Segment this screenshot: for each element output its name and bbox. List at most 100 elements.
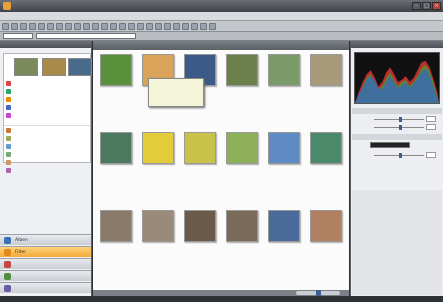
favorite-item[interactable] [4, 111, 90, 119]
toolbar-button[interactable] [164, 22, 171, 30]
thumbnail-cell[interactable] [139, 130, 177, 196]
color-slider[interactable] [354, 152, 440, 159]
thumbnail-cell[interactable] [307, 52, 345, 118]
thumbnail-image[interactable] [268, 132, 300, 164]
thumbnail-cell[interactable] [181, 208, 219, 274]
thumbnail-image[interactable] [142, 210, 174, 242]
nav-pane-item-5[interactable] [0, 282, 91, 293]
folder-icon [6, 159, 11, 165]
toolbar-button[interactable] [83, 22, 90, 30]
thumbnail-image[interactable] [268, 210, 300, 242]
toolbar-button[interactable] [191, 22, 198, 30]
folders-section-label [4, 119, 90, 126]
nav-icon [4, 285, 11, 292]
toolbar-button[interactable] [38, 22, 45, 30]
menu-bar [0, 12, 443, 21]
thumbnail-image[interactable] [226, 210, 258, 242]
nav-pane-item-4[interactable] [0, 270, 91, 281]
toolbar-button[interactable] [74, 22, 81, 30]
thumbnail-image[interactable] [100, 132, 132, 164]
toolbar-button[interactable] [65, 22, 72, 30]
thumbnail-image[interactable] [310, 54, 342, 86]
folder-item[interactable] [4, 166, 90, 174]
toolbar-button[interactable] [173, 22, 180, 30]
thumbnail-cell[interactable] [97, 130, 135, 196]
folder-item[interactable] [4, 126, 90, 134]
thumbnail-image[interactable] [184, 132, 216, 164]
folder-icon [6, 151, 11, 157]
path-field[interactable] [36, 33, 136, 39]
thumbnail-cell[interactable] [97, 208, 135, 274]
preview-thumb[interactable] [14, 58, 38, 76]
thumbnail-image[interactable] [142, 132, 174, 164]
zoom-slider-knob[interactable] [316, 290, 321, 296]
toolbar-button[interactable] [137, 22, 144, 30]
color-section-header[interactable] [352, 134, 442, 140]
nav-pane-item-3[interactable] [0, 258, 91, 269]
thumbnail-image[interactable] [100, 54, 132, 86]
folder-icon [6, 143, 11, 149]
toolbar-button[interactable] [110, 22, 117, 30]
thumbnail-cell[interactable] [265, 130, 303, 196]
toolbar-button[interactable] [119, 22, 126, 30]
favorite-item[interactable] [4, 95, 90, 103]
toolbar-button[interactable] [200, 22, 207, 30]
adjust-slider[interactable] [354, 116, 440, 123]
thumbnail-cell[interactable] [265, 52, 303, 118]
favorite-item[interactable] [4, 103, 90, 111]
thumbnail-image[interactable] [310, 132, 342, 164]
folder-icon [6, 127, 11, 133]
toolbar-button[interactable] [11, 22, 18, 30]
toolbar-button[interactable] [209, 22, 216, 30]
minimize-button[interactable]: – [412, 2, 421, 10]
toolbar-button[interactable] [20, 22, 27, 30]
item-icon [6, 80, 11, 86]
nav-icon [4, 237, 11, 244]
toolbar-button[interactable] [182, 22, 189, 30]
thumbnail-cell[interactable] [139, 208, 177, 274]
toolbar-button[interactable] [92, 22, 99, 30]
folder-item[interactable] [4, 158, 90, 166]
toolbar-button[interactable] [56, 22, 63, 30]
thumbnail-cell[interactable] [307, 208, 345, 274]
preview-thumb[interactable] [68, 58, 92, 76]
folder-item[interactable] [4, 134, 90, 142]
thumbnail-image[interactable] [310, 210, 342, 242]
favorite-item[interactable] [4, 87, 90, 95]
main-toolbar [0, 21, 443, 32]
adjust-slider[interactable] [354, 124, 440, 131]
toolbar-button[interactable] [47, 22, 54, 30]
item-icon [6, 96, 11, 102]
favorite-item[interactable] [4, 79, 90, 87]
nav-pane-alben[interactable]: Alben [0, 234, 91, 245]
adjust-section-header[interactable] [352, 108, 442, 114]
toolbar-button[interactable] [29, 22, 36, 30]
thumbnail-cell[interactable] [265, 208, 303, 274]
thumbnail-image[interactable] [184, 210, 216, 242]
thumbnail-cell[interactable] [307, 130, 345, 196]
location-dropdown[interactable] [3, 33, 33, 39]
thumbnail-image[interactable] [100, 210, 132, 242]
thumbnail-image[interactable] [226, 132, 258, 164]
thumbnail-cell[interactable] [223, 52, 261, 118]
thumbnail-cell[interactable] [223, 130, 261, 196]
zoom-slider[interactable] [296, 290, 340, 296]
toolbar-button[interactable] [128, 22, 135, 30]
nav-pane-filter[interactable]: Filter [0, 246, 91, 257]
thumbnail-image[interactable] [268, 54, 300, 86]
toolbar-button[interactable] [155, 22, 162, 30]
thumbnail-cell[interactable] [223, 208, 261, 274]
close-button[interactable]: × [432, 2, 441, 10]
thumbnail-cell[interactable] [181, 130, 219, 196]
thumbnail-cell[interactable] [97, 52, 135, 118]
thumbnail-image[interactable] [226, 54, 258, 86]
toolbar-button[interactable] [146, 22, 153, 30]
color-swatch[interactable] [370, 142, 410, 148]
preview-thumb[interactable] [42, 58, 66, 76]
address-bar [0, 32, 443, 41]
folder-item[interactable] [4, 142, 90, 150]
toolbar-button[interactable] [2, 22, 9, 30]
toolbar-button[interactable] [101, 22, 108, 30]
maximize-button[interactable]: □ [422, 2, 431, 10]
folder-item[interactable] [4, 150, 90, 158]
